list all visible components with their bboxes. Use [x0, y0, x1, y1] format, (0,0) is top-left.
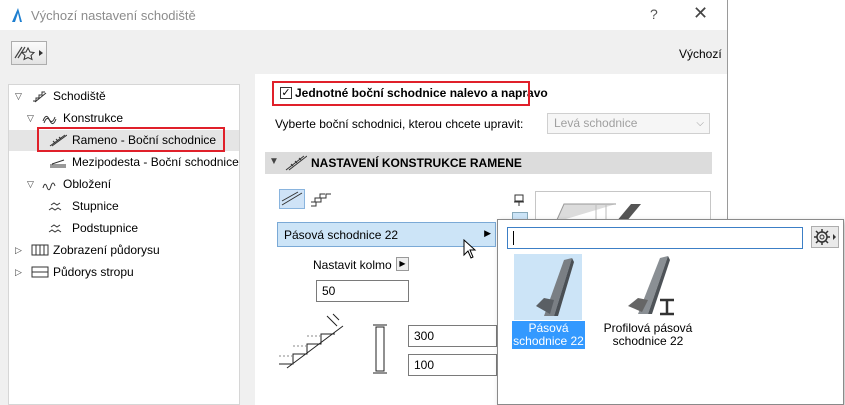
favorites-star-icon [14, 46, 43, 61]
stringer-type-value: Pásová schodnice 22 [284, 228, 399, 242]
structure-icon [42, 115, 57, 125]
close-button[interactable]: ✕ [693, 3, 708, 24]
section-header[interactable]: ▼ NASTAVENÍ KONSTRUKCE RAMENE [265, 152, 712, 174]
stair-icon [33, 91, 47, 103]
height-field[interactable]: 300 [408, 325, 497, 347]
stringer-mode-sloped-button[interactable] [279, 189, 305, 209]
thickness-field[interactable]: 50 [316, 280, 409, 302]
highlight-frame-checkbox [272, 81, 530, 106]
stringer-select-label: Vyberte boční schodnici, kterou chcete u… [275, 117, 524, 131]
ceiling-plan-icon [31, 266, 49, 278]
option-label-line: schodnice 22 [612, 334, 684, 348]
favorites-button[interactable] [11, 41, 47, 65]
search-input[interactable] [507, 227, 803, 249]
stringer-profile-icon [373, 324, 387, 374]
stringer-icon [285, 155, 307, 171]
option-pasova-schodnice-label[interactable]: Pásová schodnice 22 [512, 321, 585, 349]
chevron-down-icon: ⌵ [696, 118, 704, 129]
chevron-down-icon[interactable]: ▽ [27, 174, 37, 194]
title-bar: Výchozí nastavení schodiště ? ✕ [0, 0, 727, 30]
stringer-select-value: Levá schodnice [554, 116, 638, 130]
stepped-stringer-icon [311, 193, 331, 207]
stair-preview-icon [555, 203, 641, 223]
default-settings-label: Výchozí [679, 47, 722, 61]
window-title: Výchozí nastavení schodiště [31, 8, 196, 23]
tree-item-label: Mezipodesta - Boční schodnice [72, 155, 239, 169]
chevron-down-icon[interactable]: ▽ [27, 108, 37, 128]
finish-icon [42, 182, 56, 191]
triangle-down-icon: ▼ [269, 156, 279, 167]
tree-item-label: Schodiště [53, 89, 106, 103]
tree-item-label: Půdorys stropu [53, 265, 134, 279]
chevron-right-icon[interactable]: ▷ [15, 262, 25, 282]
tree-item-label: Obložení [63, 177, 112, 191]
floor-plan-icon [31, 244, 49, 256]
mouse-cursor-icon [463, 239, 477, 259]
triangle-right-icon: ▶ [484, 228, 491, 238]
help-button[interactable]: ? [650, 6, 658, 22]
section-title: NASTAVENÍ KONSTRUKCE RAMENE [311, 156, 522, 170]
option-label-line: schodnice 22 [513, 334, 584, 348]
tree-item-label: Konstrukce [63, 111, 124, 125]
tree-item-label: Zobrazení půdorysu [53, 243, 160, 257]
chevron-right-icon[interactable]: ▷ [15, 240, 25, 260]
stringer-select: Levá schodnice ⌵ [547, 113, 710, 134]
landing-stringer-icon [50, 159, 66, 168]
stringer-section-diagram-icon [279, 313, 344, 369]
flat-stringer-thumbnail-icon [536, 258, 574, 316]
profiled-stringer-thumbnail-icon[interactable] [608, 254, 688, 320]
tree-item-label: Podstupnice [72, 221, 139, 235]
tread-icon [48, 202, 62, 211]
archicad-logo-icon [12, 8, 22, 22]
set-perpendicular-label: Nastavit kolmo [313, 258, 392, 272]
chevron-down-icon[interactable]: ▽ [15, 86, 25, 106]
stringer-type-popup: Pásová schodnice 22 Profilová pásová sch… [497, 219, 844, 405]
text-caret [513, 231, 514, 245]
tree-item-label: Stupnice [72, 199, 119, 213]
set-perpendicular-button[interactable]: ▶ [396, 257, 409, 271]
sloped-stringer-icon [281, 191, 303, 206]
gear-icon [814, 229, 836, 245]
width-field[interactable]: 100 [408, 354, 497, 376]
option-profilova-pasova-schodnice-label[interactable]: Profilová pásová schodnice 22 [598, 321, 698, 349]
gear-menu-button[interactable] [811, 226, 839, 248]
pin-icon[interactable] [512, 193, 526, 207]
option-pasova-schodnice-tile[interactable] [514, 254, 582, 320]
highlight-frame-tree [37, 127, 225, 152]
riser-icon [48, 224, 62, 233]
stringer-mode-stepped-button[interactable] [309, 189, 335, 209]
